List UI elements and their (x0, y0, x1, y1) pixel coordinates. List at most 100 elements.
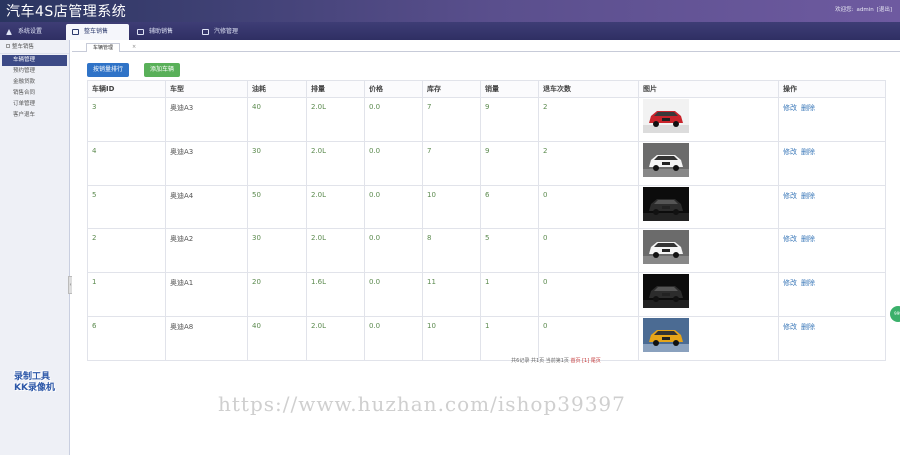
cell-sales: 9 (480, 140, 539, 186)
pager-last-link[interactable]: 尾页 (591, 358, 601, 364)
url-watermark: https://www.huzhan.com/ishop39397 (218, 392, 626, 416)
cell-sales: 1 (480, 272, 539, 317)
sidebar-item-orders[interactable]: 订单管理 (0, 99, 69, 110)
edit-link[interactable]: 修改 (783, 235, 797, 243)
pager-first-link[interactable]: 首页 (571, 358, 581, 364)
delete-link[interactable]: 删除 (801, 235, 815, 243)
cell-displacement: 2.0L (306, 140, 365, 186)
edit-link[interactable]: 修改 (783, 279, 797, 287)
pagination: 共6记录 共1页 当前第1页 首页 [1] 尾页 (72, 357, 800, 364)
edit-link[interactable]: 修改 (783, 323, 797, 331)
delete-link[interactable]: 删除 (801, 192, 815, 200)
sidebar-item-appointments[interactable]: 预约管理 (0, 66, 69, 77)
cell-actions: 修改 删除 (778, 315, 886, 361)
vehicle-table: 车辆ID 车型 油耗 排量 价格 库存 销量 退车次数 图片 操作 3 奥迪A3 4… (87, 80, 886, 361)
cell-sales: 1 (480, 315, 539, 361)
table-row: 2 奥迪A2 30 2.0L 0.0 8 5 0 修改 删除 (87, 228, 886, 274)
cell-returns: 0 (538, 272, 639, 317)
cell-model: 奥迪A8 (165, 315, 248, 361)
cell-image (638, 228, 779, 274)
sidebar-item-vehicles[interactable]: 车辆管理 (2, 55, 67, 66)
cell-fuel: 40 (247, 97, 307, 142)
delete-link[interactable]: 删除 (801, 279, 815, 287)
col-header-returns[interactable]: 退车次数 (538, 80, 639, 98)
cell-actions: 修改 删除 (778, 228, 886, 274)
home-icon (6, 29, 12, 35)
table-row: 1 奥迪A1 20 1.6L 0.0 11 1 0 修改 删除 (87, 272, 886, 317)
sidebar-item-finance[interactable]: 金融贷款 (0, 77, 69, 88)
cell-sales: 6 (480, 184, 539, 230)
cell-stock: 8 (422, 228, 481, 274)
page-tabstrip: 车辆管理 × (72, 43, 900, 52)
app-title: 汽车4S店管理系统 (6, 4, 127, 20)
nav-tab-system-settings[interactable]: 系统设置 (0, 24, 62, 40)
nav-tab-repair-management[interactable]: 汽修管理 (196, 24, 258, 40)
cell-stock: 10 (422, 184, 481, 230)
edit-link[interactable]: 修改 (783, 148, 797, 156)
cell-stock: 7 (422, 140, 481, 186)
col-header-fuel[interactable]: 油耗 (247, 80, 307, 98)
col-header-sales[interactable]: 销量 (480, 80, 539, 98)
cell-actions: 修改 删除 (778, 97, 886, 142)
cell-id: 6 (87, 315, 166, 361)
app-header: 汽车4S店管理系统 欢迎您: admin [退出] (0, 0, 900, 22)
cell-price: 0.0 (364, 184, 423, 230)
cell-image (638, 97, 779, 142)
username: admin (856, 7, 874, 13)
sidebar-heading[interactable]: 整车销售 (0, 40, 69, 54)
nav-tab-label: 辅助销售 (149, 28, 174, 35)
cell-model: 奥迪A3 (165, 97, 248, 142)
nav-tab-aux-sales[interactable]: 辅助销售 (131, 24, 193, 40)
cell-stock: 10 (422, 315, 481, 361)
nav-tab-vehicle-sales[interactable]: 整车销售 (66, 24, 129, 40)
logout-link[interactable]: [退出] (877, 7, 892, 13)
cell-displacement: 2.0L (306, 315, 365, 361)
delete-link[interactable]: 删除 (801, 104, 815, 112)
car-image (643, 99, 689, 133)
col-header-displacement[interactable]: 排量 (306, 80, 365, 98)
col-header-image[interactable]: 图片 (638, 80, 779, 98)
cell-fuel: 40 (247, 315, 307, 361)
recorder-watermark: 录制工具 KK录像机 (14, 372, 84, 394)
floating-service-button[interactable]: 999 (890, 306, 900, 322)
delete-link[interactable]: 删除 (801, 148, 815, 156)
col-header-price[interactable]: 价格 (364, 80, 423, 98)
welcome-label: 欢迎您: (835, 7, 854, 13)
car-image (643, 186, 689, 221)
cell-id: 2 (87, 228, 166, 274)
cell-actions: 修改 删除 (778, 272, 886, 317)
nav-tab-label: 汽修管理 (214, 28, 239, 35)
sidebar-item-contracts[interactable]: 销售合同 (0, 88, 69, 99)
edit-link[interactable]: 修改 (783, 192, 797, 200)
table-row: 5 奥迪A4 50 2.0L 0.0 10 6 0 修改 删除 (87, 184, 886, 230)
page-tab-vehicles[interactable]: 车辆管理 (86, 43, 121, 52)
cell-returns: 2 (538, 97, 639, 142)
cell-sales: 9 (480, 97, 539, 142)
car-image (643, 142, 689, 177)
close-icon[interactable]: × (132, 44, 136, 50)
pager-current-page[interactable]: [1] (582, 358, 589, 364)
cell-image (638, 315, 779, 361)
add-vehicle-button[interactable]: 添加车辆 (144, 63, 181, 77)
cell-id: 4 (87, 140, 166, 186)
col-header-id[interactable]: 车辆ID (87, 80, 166, 98)
recorder-watermark-line2: KK录像机 (14, 383, 55, 393)
sort-by-sales-button[interactable]: 按销量排行 (87, 63, 130, 77)
col-header-stock[interactable]: 库存 (422, 80, 481, 98)
list-icon (202, 29, 209, 35)
edit-link[interactable]: 修改 (783, 104, 797, 112)
col-header-model[interactable]: 车型 (165, 80, 248, 98)
cell-model: 奥迪A4 (165, 184, 248, 230)
cell-price: 0.0 (364, 228, 423, 274)
cell-model: 奥迪A1 (165, 272, 248, 317)
cell-price: 0.0 (364, 140, 423, 186)
cell-displacement: 2.0L (306, 228, 365, 274)
col-header-actions[interactable]: 操作 (778, 80, 886, 98)
cell-actions: 修改 删除 (778, 184, 886, 230)
cell-image (638, 140, 779, 186)
delete-link[interactable]: 删除 (801, 323, 815, 331)
collapse-icon (6, 44, 10, 48)
cell-actions: 修改 删除 (778, 140, 886, 186)
sidebar-item-returns[interactable]: 客户退车 (0, 110, 69, 121)
pager-summary: 共6记录 共1页 当前第1页 (511, 358, 569, 364)
